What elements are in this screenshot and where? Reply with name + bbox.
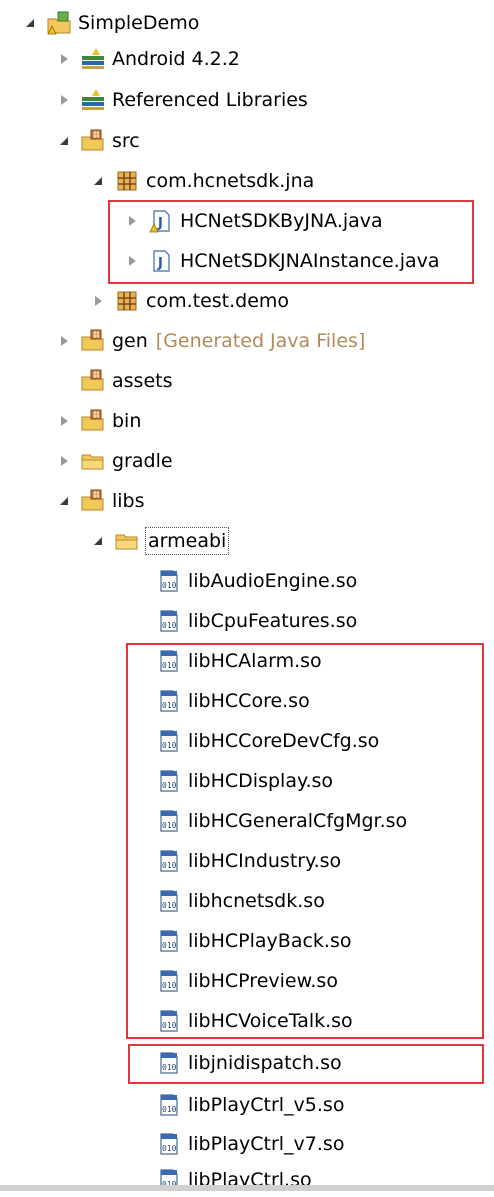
folder-icon [80, 448, 106, 474]
tree-item-label: SimpleDemo [78, 12, 200, 34]
collapsed-triangle-icon[interactable] [54, 411, 74, 431]
tree-item-armeabi[interactable]: armeabi [88, 524, 230, 558]
source-folder-icon [80, 328, 106, 354]
highlight-box-jnidispatch [128, 1044, 484, 1084]
tree-item-label: bin [112, 410, 142, 432]
collapsed-triangle-icon[interactable] [54, 49, 74, 69]
tree-item-src[interactable]: src [54, 124, 140, 158]
package-icon [114, 288, 140, 314]
folder-icon [114, 528, 140, 554]
tree-item-android[interactable]: Android 4.2.2 [54, 42, 240, 76]
expanded-triangle-icon[interactable] [88, 531, 108, 551]
tree-item-label: com.test.demo [146, 290, 290, 312]
binary-file-icon [156, 608, 182, 634]
tree-item-label: libPlayCtrl_v7.so [188, 1133, 345, 1155]
package-icon [114, 168, 140, 194]
highlight-box-java-files [108, 200, 474, 284]
tree-item-referenced-libraries[interactable]: Referenced Libraries [54, 83, 308, 117]
tree-item-so-file[interactable]: libCpuFeatures.so [156, 604, 357, 638]
expanded-triangle-icon[interactable] [20, 13, 40, 33]
tree-item-so-file[interactable]: libPlayCtrl.so [156, 1163, 312, 1197]
tree-item-gradle[interactable]: gradle [54, 444, 173, 478]
tree-item-bin[interactable]: bin [54, 404, 141, 438]
expanded-triangle-icon[interactable] [54, 131, 74, 151]
expanded-triangle-icon[interactable] [88, 171, 108, 191]
folder-icon [80, 408, 106, 434]
horizontal-scrollbar[interactable] [0, 1185, 494, 1191]
collapsed-triangle-icon[interactable] [88, 291, 108, 311]
collapsed-triangle-icon[interactable] [54, 90, 74, 110]
highlight-box-hc-libraries [126, 643, 484, 1039]
tree-item-label: libs [112, 490, 145, 512]
folder-icon [80, 488, 106, 514]
tree-item-label: Referenced Libraries [112, 89, 308, 111]
tree-item-libs[interactable]: libs [54, 484, 145, 518]
binary-file-icon [156, 1092, 182, 1118]
tree-item-so-file[interactable]: libPlayCtrl_v7.so [156, 1127, 344, 1161]
project-folder-icon [46, 10, 72, 36]
tree-item-project[interactable]: SimpleDemo [20, 6, 199, 40]
library-icon [80, 46, 106, 72]
tree-item-assets[interactable]: assets [54, 364, 172, 398]
binary-file-icon [156, 1131, 182, 1157]
source-folder-icon [80, 128, 106, 154]
collapsed-triangle-icon[interactable] [54, 331, 74, 351]
tree-item-so-file[interactable]: libAudioEngine.so [156, 564, 357, 598]
tree-item-gen[interactable]: gen [Generated Java Files] [54, 324, 365, 358]
tree-item-label: assets [112, 370, 173, 392]
tree-item-label: libCpuFeatures.so [188, 610, 358, 632]
tree-item-label: src [112, 130, 140, 152]
tree-item-label: libPlayCtrl_v5.so [188, 1094, 345, 1116]
tree-item-package-jna[interactable]: com.hcnetsdk.jna [88, 164, 314, 198]
tree-item-label: gradle [112, 450, 173, 472]
binary-file-icon [156, 568, 182, 594]
library-icon [80, 87, 106, 113]
tree-item-label: armeabi [144, 527, 230, 555]
collapsed-triangle-icon[interactable] [54, 451, 74, 471]
tree-item-label: libAudioEngine.so [188, 570, 358, 592]
tree-item-label: Android 4.2.2 [112, 48, 240, 70]
tree-item-label: gen [112, 330, 148, 352]
folder-icon [80, 368, 106, 394]
tree-item-label: com.hcnetsdk.jna [146, 170, 315, 192]
tree-item-package-test[interactable]: com.test.demo [88, 284, 289, 318]
expanded-triangle-icon[interactable] [54, 491, 74, 511]
tree-item-so-file[interactable]: libPlayCtrl_v5.so [156, 1088, 344, 1122]
generated-files-note: [Generated Java Files] [155, 330, 366, 352]
